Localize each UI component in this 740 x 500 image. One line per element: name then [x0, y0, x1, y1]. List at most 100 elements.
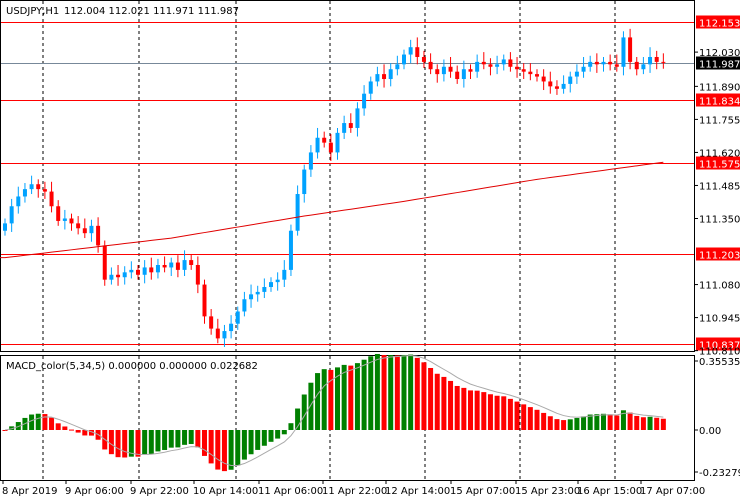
- price-tick-label: 111.080: [699, 281, 740, 292]
- bull-candle: [288, 230, 293, 270]
- bull-candle: [395, 64, 400, 70]
- macd-histogram-bar: [208, 430, 214, 464]
- bull-candle: [402, 54, 406, 65]
- bear-candle: [548, 81, 553, 87]
- bull-candle: [641, 64, 646, 70]
- time-axis-label: 8 Apr 2019: [2, 486, 57, 497]
- bull-candle: [122, 272, 127, 278]
- bull-candle: [242, 299, 247, 312]
- bear-candle: [468, 69, 473, 72]
- price-chart[interactable]: 112.153111.834111.575111.203110.837111.9…: [0, 0, 740, 500]
- macd-histogram-bar: [441, 376, 447, 430]
- macd-histogram-bar: [614, 415, 620, 430]
- bear-candle: [614, 64, 619, 67]
- bull-candle: [315, 137, 320, 153]
- macd-histogram-bar: [215, 430, 221, 470]
- bull-candle: [249, 294, 254, 300]
- macd-histogram-bar: [474, 390, 480, 430]
- macd-histogram-bar: [448, 380, 454, 430]
- macd-histogram-bar: [55, 423, 61, 430]
- macd-histogram-bar: [547, 416, 553, 430]
- bull-candle: [22, 189, 27, 197]
- macd-histogram-bar: [374, 353, 380, 430]
- macd-histogram-bar: [148, 430, 154, 454]
- time-axis-label: 9 Apr 22:00: [130, 486, 189, 497]
- macd-histogram-bar: [381, 355, 387, 430]
- time-axis-label: 15 Apr 07:00: [450, 486, 515, 497]
- macd-histogram-bar: [607, 414, 613, 430]
- macd-histogram-bar: [221, 430, 227, 472]
- level-price-label: 112.153: [699, 19, 740, 30]
- macd-histogram-bar: [534, 409, 540, 430]
- bear-candle: [428, 61, 433, 70]
- bull-candle: [501, 59, 506, 65]
- macd-histogram-bar: [468, 390, 473, 430]
- macd-histogram-bar: [255, 430, 261, 450]
- macd-histogram-bar: [574, 418, 580, 430]
- macd-histogram-bar: [627, 412, 633, 430]
- macd-histogram-bar: [428, 367, 434, 430]
- macd-histogram-bar: [275, 430, 281, 439]
- macd-histogram-bar: [388, 355, 394, 430]
- macd-histogram-bar: [135, 430, 141, 457]
- macd-histogram-bar: [308, 382, 314, 430]
- macd-histogram-bar: [601, 413, 606, 430]
- bear-candle: [415, 47, 420, 57]
- bear-candle: [508, 59, 513, 67]
- macd-histogram-bar: [581, 416, 587, 430]
- chart-window[interactable]: 112.153 111.834 111.575 111.203 110.837 111.9…: [0, 0, 740, 500]
- price-tick-label: 111.755: [699, 115, 740, 126]
- macd-histogram-bar: [248, 430, 254, 455]
- bear-candle: [634, 61, 639, 70]
- macd-histogram-bar: [394, 355, 400, 430]
- bull-candle: [362, 93, 367, 109]
- bear-candle: [455, 71, 460, 80]
- bull-candle: [601, 61, 606, 65]
- bull-candle: [495, 64, 500, 67]
- time-axis-label: 16 Apr 15:00: [577, 486, 642, 497]
- bull-candle: [142, 267, 147, 275]
- macd-histogram-bar: [108, 430, 114, 455]
- macd-histogram-bar: [321, 369, 327, 430]
- bull-candle: [255, 291, 260, 295]
- bear-candle: [102, 245, 107, 280]
- bull-candle: [388, 69, 393, 80]
- macd-histogram-bar: [594, 414, 600, 430]
- bear-candle: [515, 66, 520, 70]
- macd-histogram-bar: [175, 430, 181, 448]
- level-price-label: 111.834: [699, 97, 740, 108]
- bull-candle: [475, 61, 480, 72]
- bull-candle: [441, 66, 446, 75]
- bull-candle: [16, 196, 21, 207]
- macd-histogram-bar: [315, 373, 321, 430]
- bull-candle: [262, 287, 267, 292]
- macd-histogram-bar: [561, 420, 567, 430]
- bear-candle: [554, 86, 559, 89]
- bull-candle: [29, 184, 34, 190]
- bear-candle: [96, 225, 101, 246]
- bear-candle: [195, 264, 200, 285]
- bull-candle: [408, 47, 413, 55]
- bear-candle: [136, 269, 140, 275]
- bear-candle: [215, 328, 220, 339]
- macd-histogram-bar: [228, 430, 234, 470]
- bear-candle: [56, 206, 61, 221]
- macd-histogram-bar: [69, 429, 74, 431]
- macd-indicator-label: MACD_color(5,34,5) 0.000000 0.000000 0.0…: [6, 361, 258, 372]
- bear-candle: [328, 142, 333, 153]
- bear-candle: [202, 284, 207, 317]
- bull-candle: [368, 81, 373, 94]
- bull-candle: [9, 206, 14, 224]
- price-tick-label: 111.485: [699, 181, 740, 192]
- bear-candle: [82, 228, 87, 234]
- macd-histogram-bar: [368, 356, 374, 430]
- bull-candle: [109, 274, 114, 280]
- macd-histogram-bar: [647, 416, 653, 430]
- macd-histogram-bar: [281, 430, 287, 435]
- macd-histogram-bar: [514, 401, 520, 430]
- macd-histogram-bar: [348, 365, 354, 430]
- bear-candle: [209, 316, 214, 329]
- bull-candle: [3, 223, 7, 231]
- bear-candle: [36, 184, 41, 190]
- bull-candle: [375, 74, 380, 82]
